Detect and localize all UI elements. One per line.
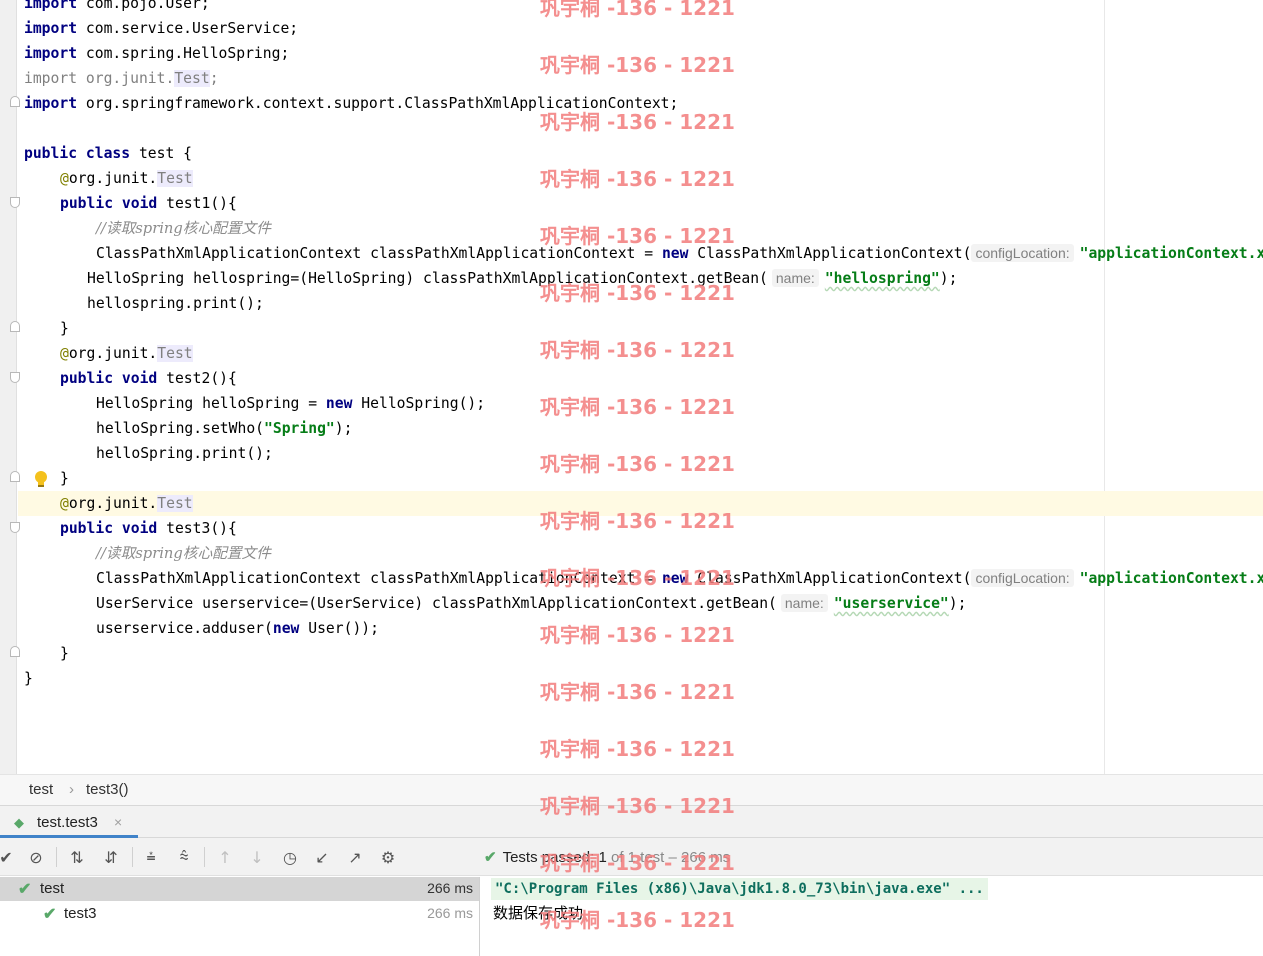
code-line: ClassPathXmlApplicationContext classPath… <box>96 244 1263 262</box>
show-ignored-icon[interactable]: ⊘ <box>26 847 46 867</box>
code-line: } <box>24 670 33 687</box>
code-line: hellospring.print(); <box>87 295 264 312</box>
check-icon: ✔ <box>484 849 497 866</box>
console-output[interactable]: "C:\Program Files (x86)\Java\jdk1.8.0_73… <box>481 877 1263 956</box>
tree-row-test-method[interactable]: ✔ test3 266 ms <box>0 902 479 926</box>
code-line: } <box>60 645 69 662</box>
close-icon[interactable]: × <box>114 814 122 830</box>
next-failed-icon[interactable]: ↓ <box>247 847 267 867</box>
code-line: @org.junit.Test <box>60 345 193 362</box>
code-line: ClassPathXmlApplicationContext classPath… <box>96 569 1263 587</box>
code-line: //读取spring核心配置文件 <box>96 220 271 237</box>
previous-failed-icon[interactable]: ↑ <box>215 847 235 867</box>
breadcrumb: test › test3() <box>0 774 1263 805</box>
code-line: helloSpring.setWho("Spring"); <box>96 420 353 437</box>
editor-gutter <box>0 0 17 774</box>
test-status: ✔ Tests passed: 1 of 1 test – 266 ms <box>484 849 731 866</box>
fold-icon[interactable] <box>10 96 20 107</box>
code-line: userservice.adduser(new User()); <box>96 620 379 637</box>
code-line: public void test2(){ <box>60 370 237 387</box>
fold-icon[interactable] <box>10 646 20 657</box>
show-passed-icon[interactable]: ✔ <box>0 847 16 867</box>
run-tab-bar: ◆ test.test3 × <box>0 805 1263 838</box>
right-margin-guide <box>1104 0 1105 774</box>
code-line: import org.junit.Test; <box>24 70 219 87</box>
fold-icon[interactable] <box>10 471 20 482</box>
breadcrumb-separator: › <box>69 781 74 798</box>
tab-run-configuration[interactable]: ◆ test.test3 × <box>0 806 138 838</box>
test-history-icon[interactable]: ◷ <box>280 847 300 867</box>
collapse-all-icon[interactable]: ⩯ <box>174 847 194 867</box>
fold-icon[interactable] <box>10 522 20 533</box>
code-line: //读取spring核心配置文件 <box>96 545 271 562</box>
test-runner-toolbar: ✔ ⊘ ⇅ ⇵ ⩮ ⩯ ↑ ↓ ◷ ↙ ↗ ⚙ ✔ Tests passed: 1… <box>0 838 1263 876</box>
lightbulb-icon[interactable] <box>33 470 49 488</box>
code-line: import org.springframework.context.suppo… <box>24 95 679 112</box>
code-line: import com.spring.HelloSpring; <box>24 45 290 62</box>
parameter-hint: configLocation: <box>971 244 1074 262</box>
expand-all-icon[interactable]: ⩮ <box>141 847 161 867</box>
parameter-hint: name: <box>780 594 828 612</box>
code-editor[interactable]: import com.pojo.User; import com.service… <box>0 0 1263 774</box>
tree-row-test-class[interactable]: ✔ test 266 ms <box>0 877 479 901</box>
current-line-highlight <box>18 491 1263 516</box>
code-line: helloSpring.print(); <box>96 445 273 462</box>
toolbar-separator <box>56 847 57 867</box>
parameter-hint: configLocation: <box>971 569 1074 587</box>
import-tests-icon[interactable]: ↙ <box>312 847 332 867</box>
breadcrumb-item-method[interactable]: test3() <box>86 781 129 798</box>
export-results-icon[interactable]: ↗ <box>345 847 365 867</box>
test-results-tree: ✔ test 266 ms ✔ test3 266 ms <box>0 877 480 956</box>
parameter-hint: name: <box>771 269 819 287</box>
code-line: } <box>60 320 69 337</box>
code-line: @org.junit.Test <box>60 170 193 187</box>
breadcrumb-item-class[interactable]: test <box>29 781 53 798</box>
fold-icon[interactable] <box>10 197 20 208</box>
fold-icon[interactable] <box>10 372 20 383</box>
code-line: HelloSpring helloSpring = new HelloSprin… <box>96 395 486 412</box>
toolbar-separator <box>204 847 205 867</box>
code-line: import com.pojo.User; <box>24 0 210 12</box>
code-line: public void test1(){ <box>60 195 237 212</box>
code-line: UserService userservice=(UserService) cl… <box>96 594 967 612</box>
code-line: HelloSpring hellospring=(HelloSpring) cl… <box>87 269 958 287</box>
console-output-line: 数据保存成功 <box>493 904 584 922</box>
check-icon: ✔ <box>43 906 57 923</box>
toolbar-separator <box>132 847 133 867</box>
fold-icon[interactable] <box>10 321 20 332</box>
console-command-line: "C:\Program Files (x86)\Java\jdk1.8.0_73… <box>491 878 988 900</box>
sort-by-duration-icon[interactable]: ⇵ <box>101 847 121 867</box>
code-line: public void test3(){ <box>60 520 237 537</box>
code-line: import com.service.UserService; <box>24 20 299 37</box>
code-line: @org.junit.Test <box>60 495 193 512</box>
run-config-icon: ◆ <box>14 815 24 830</box>
code-line: public class test { <box>24 145 193 162</box>
tab-label: test.test3 <box>37 814 98 831</box>
gear-icon[interactable]: ⚙ <box>378 847 398 867</box>
check-icon: ✔ <box>18 881 32 898</box>
code-line: } <box>60 470 69 487</box>
sort-alphabetically-icon[interactable]: ⇅ <box>67 847 87 867</box>
